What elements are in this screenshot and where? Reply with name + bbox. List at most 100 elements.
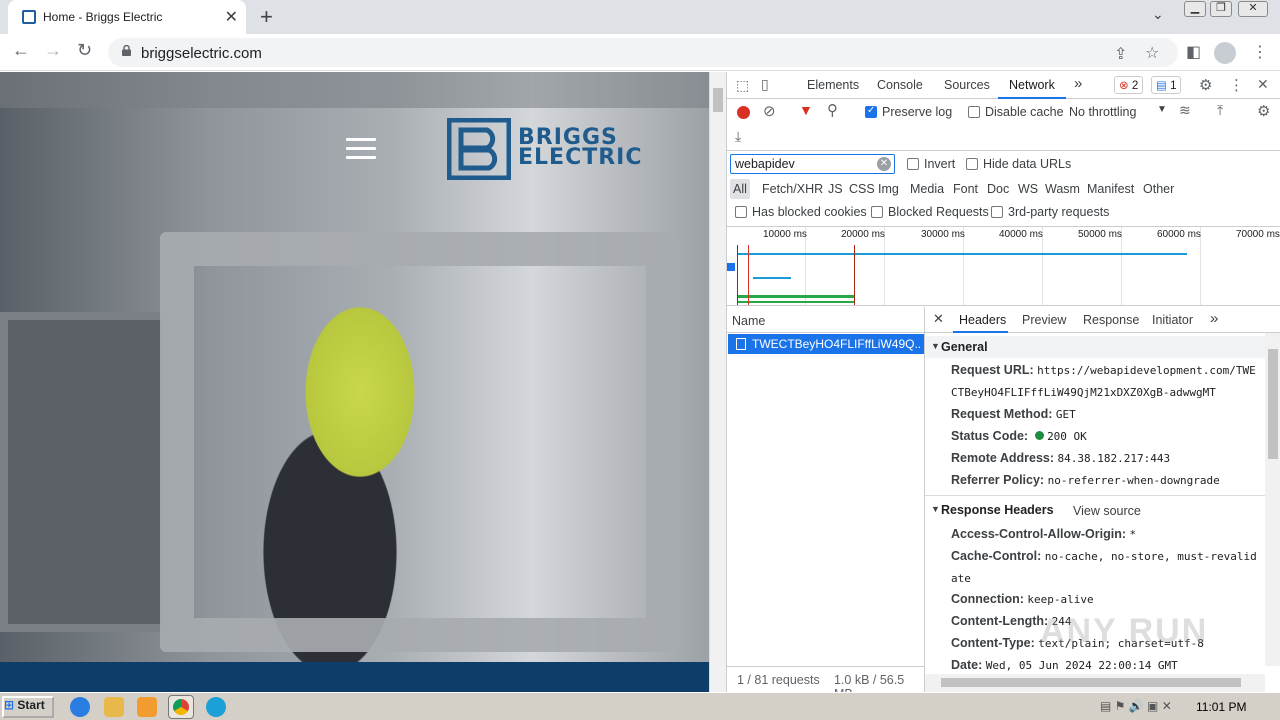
file-explorer-icon[interactable] bbox=[104, 697, 124, 717]
type-filter-media[interactable]: Media bbox=[910, 182, 944, 196]
record-icon[interactable] bbox=[737, 106, 750, 119]
edge-icon[interactable] bbox=[206, 697, 226, 717]
address-bar[interactable]: briggselectric.com ⇪ ☆ bbox=[108, 38, 1178, 67]
bookmark-star-icon[interactable]: ☆ bbox=[1145, 43, 1159, 63]
tab-initiator[interactable]: Initiator bbox=[1152, 313, 1193, 327]
has-blocked-cookies-checkbox[interactable] bbox=[735, 206, 747, 218]
back-arrow-icon[interactable]: ← bbox=[12, 40, 30, 61]
close-devtools-icon[interactable]: ✕ bbox=[1257, 76, 1269, 93]
timeline-bar-green bbox=[737, 301, 855, 303]
tab-network[interactable]: Network bbox=[1009, 78, 1055, 92]
third-party-checkbox[interactable] bbox=[991, 206, 1003, 218]
tab-search-chevron-icon[interactable]: ⌄ bbox=[1152, 6, 1164, 23]
tab-sources[interactable]: Sources bbox=[944, 78, 990, 92]
clear-filter-icon[interactable]: ✕ bbox=[877, 157, 891, 171]
network-settings-gear-icon[interactable]: ⚙ bbox=[1257, 102, 1270, 120]
cache-control-value: no-cache, no-store, must-revalid bbox=[1044, 550, 1257, 563]
clear-icon[interactable]: ⊘ bbox=[763, 102, 776, 120]
hamburger-menu-icon[interactable] bbox=[346, 138, 376, 160]
hide-data-urls-checkbox[interactable] bbox=[966, 158, 978, 170]
invert-label: Invert bbox=[924, 157, 956, 171]
tab-response[interactable]: Response bbox=[1083, 313, 1139, 327]
forward-arrow-icon[interactable]: → bbox=[44, 40, 62, 61]
filter-funnel-icon[interactable]: ▼ bbox=[799, 102, 813, 118]
tab-console[interactable]: Console bbox=[877, 78, 923, 92]
import-har-icon[interactable]: ⤒ bbox=[1217, 102, 1223, 119]
filter-input[interactable]: webapidev ✕ bbox=[730, 154, 895, 174]
share-icon[interactable]: ⇪ bbox=[1114, 44, 1127, 64]
browser-tab[interactable]: Home - Briggs Electric ✕ bbox=[8, 0, 246, 34]
type-filter-js[interactable]: JS bbox=[828, 182, 843, 196]
type-filter-ws[interactable]: WS bbox=[1018, 182, 1038, 196]
details-hscroll-thumb[interactable] bbox=[941, 678, 1241, 687]
site-logo-text[interactable]: BRIGGS ELECTRIC bbox=[518, 127, 643, 169]
close-details-icon[interactable]: ✕ bbox=[933, 311, 944, 327]
settings-gear-icon[interactable]: ⚙ bbox=[1199, 76, 1212, 94]
type-filter-img[interactable]: Img bbox=[878, 182, 899, 196]
preserve-log-checkbox[interactable] bbox=[865, 105, 877, 118]
new-tab-button[interactable]: + bbox=[260, 4, 273, 30]
details-horizontal-scrollbar[interactable] bbox=[925, 674, 1265, 692]
blocked-requests-checkbox[interactable] bbox=[871, 206, 883, 218]
taskbar-clock[interactable]: 11:01 PM bbox=[1196, 700, 1246, 714]
type-filter-other[interactable]: Other bbox=[1143, 182, 1174, 196]
active-detail-tab-indicator bbox=[953, 331, 1008, 333]
name-column-header[interactable]: Name bbox=[732, 314, 765, 328]
tab-elements[interactable]: Elements bbox=[807, 78, 859, 92]
briggs-logo-mark-icon[interactable] bbox=[447, 118, 511, 180]
error-count-badge[interactable]: ⊗ 2 bbox=[1114, 76, 1144, 94]
disable-cache-checkbox[interactable] bbox=[968, 106, 980, 118]
device-toolbar-icon[interactable]: ▯ bbox=[761, 76, 769, 93]
requests-count: 1 / 81 requests bbox=[737, 673, 820, 687]
side-panel-icon[interactable]: ◧ bbox=[1186, 42, 1201, 62]
details-scroll-thumb[interactable] bbox=[1268, 349, 1278, 459]
tab-headers[interactable]: Headers bbox=[959, 313, 1006, 327]
type-filter-fetch-xhr[interactable]: Fetch/XHR bbox=[762, 182, 823, 196]
error-icon: ⊗ bbox=[1119, 80, 1129, 92]
type-filter-manifest[interactable]: Manifest bbox=[1087, 182, 1134, 196]
network-timeline-overview[interactable]: 10000 ms 20000 ms 30000 ms 40000 ms 5000… bbox=[727, 226, 1280, 306]
filter-input-value: webapidev bbox=[735, 157, 795, 171]
details-scrollbar[interactable] bbox=[1265, 333, 1280, 666]
tray-icons[interactable]: ▤ ⚑ 🔊 ▣ ✕ bbox=[1100, 699, 1172, 713]
inspect-element-icon[interactable]: ⬚ bbox=[736, 77, 749, 94]
has-blocked-cookies-label: Has blocked cookies bbox=[752, 205, 867, 219]
minimize-button[interactable]: ▁ bbox=[1184, 1, 1206, 17]
type-filter-font[interactable]: Font bbox=[953, 182, 978, 196]
throttling-select[interactable]: No throttling bbox=[1069, 105, 1136, 119]
export-har-icon[interactable]: ⤓ bbox=[735, 128, 741, 145]
search-icon[interactable]: ⚲ bbox=[827, 101, 838, 119]
message-count-badge[interactable]: ▤ 1 bbox=[1151, 76, 1182, 94]
throttling-dropdown-icon[interactable]: ▼ bbox=[1157, 104, 1167, 115]
response-headers-section-header[interactable]: ▼ Response Headers View source bbox=[925, 499, 1265, 521]
lock-icon[interactable] bbox=[122, 45, 131, 56]
request-name: TWECTBeyHO4FLIFffLiW49Q... bbox=[752, 337, 922, 351]
chrome-taskbar-button[interactable] bbox=[168, 695, 194, 719]
profile-avatar-icon[interactable] bbox=[1214, 42, 1236, 64]
type-filter-css[interactable]: CSS bbox=[849, 182, 875, 196]
general-section-header[interactable]: ▼ General bbox=[925, 336, 1265, 358]
timeline-tick: 70000 ms bbox=[1236, 229, 1280, 240]
more-detail-tabs-icon[interactable]: » bbox=[1210, 310, 1218, 327]
restore-button[interactable]: ❐ bbox=[1210, 1, 1232, 17]
invert-checkbox[interactable] bbox=[907, 158, 919, 170]
close-tab-icon[interactable]: ✕ bbox=[225, 7, 238, 27]
page-scroll-thumb[interactable] bbox=[713, 88, 723, 112]
type-filter-wasm[interactable]: Wasm bbox=[1045, 182, 1080, 196]
type-filter-all[interactable]: All bbox=[733, 182, 747, 196]
start-button[interactable]: ⊞ Start bbox=[2, 696, 54, 718]
chrome-menu-icon[interactable]: ⋮ bbox=[1252, 42, 1268, 62]
type-filter-doc[interactable]: Doc bbox=[987, 182, 1009, 196]
more-tabs-icon[interactable]: » bbox=[1074, 75, 1082, 92]
media-player-icon[interactable] bbox=[137, 697, 157, 717]
tab-preview[interactable]: Preview bbox=[1022, 313, 1066, 327]
close-window-button[interactable]: ✕ bbox=[1238, 1, 1268, 17]
windows-taskbar: ⊞ Start ▤ ⚑ 🔊 ▣ ✕ 11:01 PM bbox=[0, 692, 1280, 720]
page-scrollbar[interactable] bbox=[709, 72, 726, 692]
view-source-link[interactable]: View source bbox=[1073, 504, 1141, 518]
internet-explorer-icon[interactable] bbox=[70, 697, 90, 717]
request-row[interactable]: TWECTBeyHO4FLIFffLiW49Q... bbox=[728, 334, 924, 354]
devtools-menu-icon[interactable]: ⋮ bbox=[1229, 76, 1244, 94]
reload-icon[interactable]: ↻ bbox=[77, 40, 92, 61]
network-conditions-icon[interactable]: ≋ bbox=[1179, 102, 1191, 119]
